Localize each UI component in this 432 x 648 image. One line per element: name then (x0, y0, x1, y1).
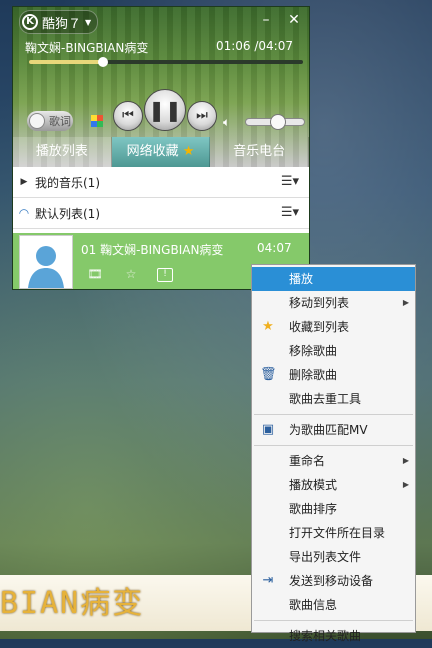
menu-item-rename[interactable]: 重命名 ▶ (252, 449, 415, 473)
list-menu-icon[interactable]: ☰▾ (281, 205, 299, 220)
tab-net-favorites[interactable]: 网络收藏 ★ (111, 137, 211, 167)
group-my-music[interactable]: ▶ 我的音乐(1) ☰▾ (13, 167, 309, 198)
tab-net-favorites-label: 网络收藏 (126, 144, 179, 159)
menu-item-search-related[interactable]: 搜索相关歌曲 (252, 624, 415, 648)
player-header: K 酷狗７ ▼ – ✕ 鞠文娴-BINGBIAN病变 01:06 /04:07 … (13, 7, 309, 167)
tab-bar: 播放列表 网络收藏 ★ 音乐电台 (13, 137, 309, 167)
skin-palette-icon[interactable] (91, 115, 103, 127)
menu-item-delete-song[interactable]: 🗑︎ 删除歌曲 (252, 363, 415, 387)
progress-bar[interactable] (29, 57, 303, 67)
menu-item-label: 移动到列表 (289, 296, 350, 310)
menu-item-match-mv[interactable]: ▣ 为歌曲匹配MV (252, 418, 415, 442)
next-button[interactable]: ⏭ (187, 101, 217, 131)
menu-item-move-to-list[interactable]: 移动到列表 ▶ (252, 291, 415, 315)
group-label: 默认列表(1) (35, 206, 100, 221)
menu-separator (254, 414, 413, 415)
menu-item-label: 搜索相关歌曲 (289, 629, 362, 643)
mv-icon: ▣ (261, 422, 275, 437)
menu-item-sort-songs[interactable]: 歌曲排序 (252, 497, 415, 521)
menu-item-play-mode[interactable]: 播放模式 ▶ (252, 473, 415, 497)
app-menu-button[interactable]: K 酷狗７ ▼ (19, 10, 99, 34)
menu-item-label: 重命名 (289, 454, 326, 468)
star-icon: ★ (182, 144, 195, 159)
menu-item-open-folder[interactable]: 打开文件所在目录 (252, 521, 415, 545)
minimize-button[interactable]: – (257, 11, 275, 29)
pause-icon: ❚❚ (148, 98, 182, 122)
song-row-duration: 04:07 (257, 241, 292, 255)
next-icon: ⏭ (196, 108, 208, 123)
song-info-icon[interactable]: ! (157, 268, 173, 282)
list-menu-icon[interactable]: ☰▾ (281, 174, 299, 189)
menu-item-remove-song[interactable]: 移除歌曲 (252, 339, 415, 363)
menu-item-label: 播放模式 (289, 478, 338, 492)
now-playing-title: 鞠文娴-BINGBIAN病变 (25, 41, 149, 55)
playback-time: 01:06 /04:07 (215, 39, 293, 53)
trash-icon: 🗑︎ (260, 367, 277, 382)
default-avatar-icon (28, 246, 64, 288)
album-thumbnail (19, 235, 73, 289)
chevron-down-icon: ▼ (85, 17, 92, 27)
tab-playlist[interactable]: 播放列表 (13, 137, 112, 167)
group-label: 我的音乐(1) (35, 175, 100, 190)
tab-music-radio[interactable]: 音乐电台 (210, 137, 309, 167)
progress-fill (29, 60, 103, 64)
submenu-arrow-icon: ▶ (402, 298, 409, 307)
menu-separator (254, 445, 413, 446)
speaker-icon[interactable]: 🔈︎ (223, 115, 230, 130)
pause-button[interactable]: ❚❚ (144, 89, 186, 131)
volume-slider[interactable] (245, 114, 305, 130)
lyrics-toggle[interactable]: 歌词 (27, 111, 73, 131)
desktop-lyrics-text: BIAN病变 (0, 586, 145, 621)
previous-button[interactable]: ⏮ (113, 101, 143, 131)
app-title: 酷狗７ (42, 16, 82, 32)
kugou-logo-icon: K (22, 14, 38, 30)
menu-item-label: 歌曲去重工具 (289, 392, 362, 406)
menu-item-label: 导出列表文件 (289, 550, 362, 564)
mv-film-icon[interactable]: 🎞︎ (87, 267, 103, 281)
context-menu: 播放 移动到列表 ▶ ★ 收藏到列表 移除歌曲 🗑︎ 删除歌曲 歌曲去重工具 ▣… (251, 264, 416, 643)
menu-item-label: 为歌曲匹配MV (289, 423, 368, 437)
menu-item-label: 歌曲信息 (289, 598, 338, 612)
menu-item-label: 歌曲排序 (289, 502, 338, 516)
menu-item-export-list[interactable]: 导出列表文件 (252, 545, 415, 569)
menu-item-dedupe-tool[interactable]: 歌曲去重工具 (252, 387, 415, 411)
kugou-player-window: K 酷狗７ ▼ – ✕ 鞠文娴-BINGBIAN病变 01:06 /04:07 … (12, 6, 310, 290)
lyrics-toggle-label: 歌词 (49, 115, 71, 128)
previous-icon: ⏮ (122, 108, 134, 123)
song-row-title: 01 鞠文娴-BINGBIAN病变 (81, 243, 224, 257)
menu-item-label: 播放 (289, 272, 314, 286)
favorite-star-icon[interactable]: ☆ (123, 267, 139, 281)
menu-item-label: 删除歌曲 (289, 368, 338, 382)
expand-arrow-icon[interactable]: ▶ (13, 177, 35, 187)
menu-separator (254, 620, 413, 621)
group-default-list[interactable]: ◠ 默认列表(1) ☰▾ (13, 198, 309, 229)
loading-spinner-icon: ◠ (18, 206, 30, 220)
menu-item-label: 收藏到列表 (289, 320, 350, 334)
send-device-icon: ⇥ (262, 573, 274, 588)
menu-item-play[interactable]: 播放 (252, 267, 415, 291)
menu-item-label: 发送到移动设备 (289, 574, 374, 588)
menu-item-send-to-device[interactable]: ⇥ 发送到移动设备 (252, 569, 415, 593)
menu-item-add-to-favorites[interactable]: ★ 收藏到列表 (252, 315, 415, 339)
submenu-arrow-icon: ▶ (402, 456, 409, 465)
close-button[interactable]: ✕ (285, 11, 303, 29)
menu-item-label: 移除歌曲 (289, 344, 338, 358)
menu-item-song-info[interactable]: 歌曲信息 (252, 593, 415, 617)
volume-handle[interactable] (269, 114, 286, 130)
submenu-arrow-icon: ▶ (402, 480, 409, 489)
star-icon: ★ (262, 319, 274, 334)
menu-item-label: 打开文件所在目录 (289, 526, 386, 540)
progress-handle[interactable] (97, 57, 108, 67)
toggle-knob (29, 113, 45, 129)
